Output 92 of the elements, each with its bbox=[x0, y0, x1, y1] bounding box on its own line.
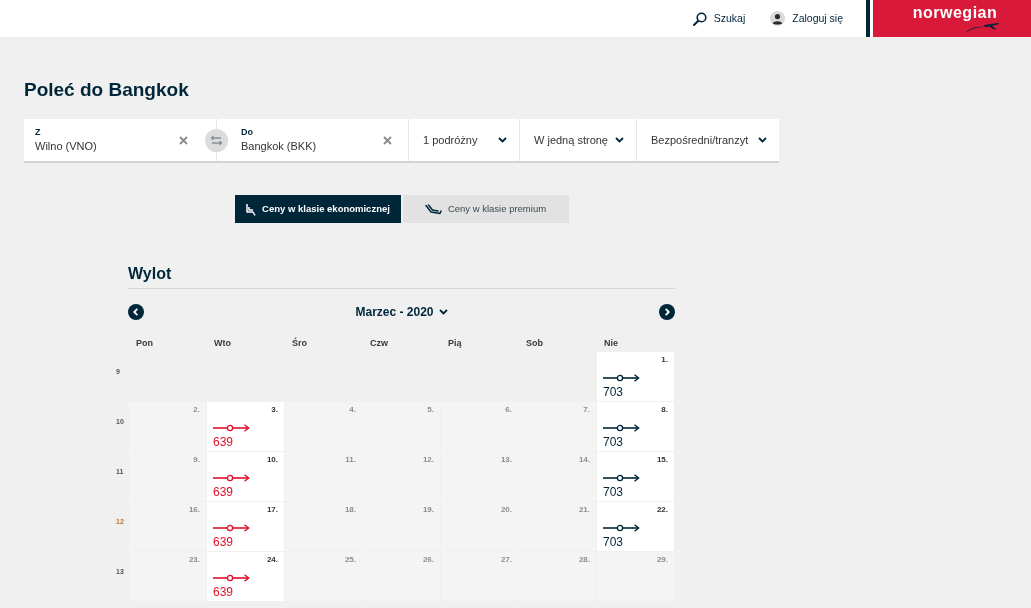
price: 639 bbox=[213, 585, 234, 599]
calendar-day-cell[interactable]: 22. 703 bbox=[597, 502, 674, 551]
price: 639 bbox=[213, 435, 234, 449]
seat-icon bbox=[245, 202, 257, 216]
flight-route-icon bbox=[213, 524, 250, 532]
flight-route-icon bbox=[603, 524, 640, 532]
price: 639 bbox=[213, 535, 234, 549]
day-number: 8. bbox=[661, 405, 668, 415]
day-number: 22. bbox=[656, 505, 668, 515]
day-number: 7. bbox=[583, 405, 590, 415]
day-number: 10. bbox=[266, 455, 278, 465]
fare-tab[interactable]: Ceny w klasie premium bbox=[402, 195, 569, 223]
calendar-day-cell[interactable]: 8. 703 bbox=[597, 402, 674, 451]
flight-route-icon bbox=[603, 424, 640, 432]
day-number: 13. bbox=[500, 455, 512, 465]
flight-route-icon bbox=[213, 574, 250, 582]
day-number: 28. bbox=[578, 555, 590, 565]
swap-icon[interactable] bbox=[205, 128, 228, 152]
price: 639 bbox=[213, 485, 234, 499]
day-number: 20. bbox=[500, 505, 512, 515]
chevron-down-icon bbox=[615, 137, 624, 143]
plane-swoosh-icon bbox=[964, 20, 1000, 34]
clear-icon[interactable] bbox=[179, 135, 188, 145]
logo-text: norwegian bbox=[911, 4, 998, 22]
dropdown[interactable]: 1 podróżny bbox=[409, 119, 520, 161]
page-title: Poleć do Bangkok bbox=[24, 78, 189, 102]
weekday-label: Czw bbox=[370, 336, 388, 349]
day-number: 17. bbox=[266, 505, 278, 515]
origin-field[interactable]: Z Wilno (VNO) bbox=[24, 119, 205, 161]
destination-field[interactable]: Do Bangkok (BKK) bbox=[228, 119, 409, 161]
price: 703 bbox=[603, 485, 624, 499]
origin-label: Z bbox=[35, 126, 42, 138]
day-number: 25. bbox=[344, 555, 356, 565]
destination-label: Do bbox=[241, 126, 254, 138]
fare-tab[interactable]: Ceny w klasie ekonomicznej bbox=[234, 195, 401, 223]
origin-value: Wilno (VNO) bbox=[35, 139, 97, 154]
day-number: 21. bbox=[578, 505, 590, 515]
reclined-seat-icon bbox=[424, 203, 442, 215]
clear-icon[interactable] bbox=[383, 135, 392, 145]
previous-month-icon[interactable] bbox=[128, 304, 144, 320]
chevron-down-icon bbox=[438, 309, 448, 315]
weekday-label: Pon bbox=[136, 336, 153, 349]
day-number: 1. bbox=[661, 355, 668, 365]
day-number: 18. bbox=[344, 505, 356, 515]
chevron-down-icon bbox=[758, 137, 767, 143]
dropdown[interactable]: Bezpośredni/tranzyt bbox=[637, 119, 779, 161]
weekday-label: Pią bbox=[448, 336, 462, 349]
dropdown[interactable]: W jedną stronę bbox=[520, 119, 637, 161]
day-number: 26. bbox=[422, 555, 434, 565]
weekday-label: Śro bbox=[292, 336, 307, 349]
calendar-day-cell[interactable]: 17. 639 bbox=[207, 502, 284, 551]
weekday-label: Sob bbox=[526, 336, 543, 349]
calendar-day-cell[interactable]: 1. 703 bbox=[597, 352, 674, 401]
next-month-icon[interactable] bbox=[659, 304, 675, 320]
day-number: 16. bbox=[188, 505, 200, 515]
day-number: 4. bbox=[349, 405, 356, 415]
calendar-day-cell[interactable]: 24. 639 bbox=[207, 552, 284, 601]
price: 703 bbox=[603, 435, 624, 449]
calendar-day-cell[interactable]: 10. 639 bbox=[207, 452, 284, 501]
login-link[interactable]: Zaloguj się bbox=[792, 10, 843, 27]
destination-value: Bangkok (BKK) bbox=[241, 139, 317, 154]
day-number: 15. bbox=[656, 455, 668, 465]
day-number: 2. bbox=[193, 405, 200, 415]
flight-route-icon bbox=[603, 374, 640, 382]
search-icon bbox=[692, 11, 707, 26]
day-number: 5. bbox=[427, 405, 434, 415]
calendar-day-cell[interactable]: 3. 639 bbox=[207, 402, 284, 451]
month-selector[interactable]: Marzec - 2020 bbox=[355, 304, 448, 320]
day-number: 24. bbox=[266, 555, 278, 565]
user-avatar-icon bbox=[770, 11, 786, 26]
day-number: 12. bbox=[422, 455, 434, 465]
day-number: 9. bbox=[193, 455, 200, 465]
day-number: 11. bbox=[345, 455, 356, 465]
day-number: 14. bbox=[578, 455, 590, 465]
day-number: 23. bbox=[188, 555, 200, 565]
chevron-down-icon bbox=[498, 137, 507, 143]
day-number: 27. bbox=[500, 555, 512, 565]
flight-route-icon bbox=[213, 474, 250, 482]
day-number: 19. bbox=[422, 505, 434, 515]
weekday-label: Nie bbox=[604, 336, 618, 349]
logo-banner[interactable]: norwegian bbox=[873, 0, 1031, 37]
day-number: 29. bbox=[656, 555, 668, 565]
day-number: 6. bbox=[505, 405, 512, 415]
day-number: 3. bbox=[271, 405, 278, 415]
price: 703 bbox=[603, 535, 624, 549]
calendar-day-cell[interactable]: 15. 703 bbox=[597, 452, 674, 501]
price: 703 bbox=[603, 385, 624, 399]
flight-route-icon bbox=[603, 474, 640, 482]
section-title: Wylot bbox=[128, 265, 172, 282]
weekday-label: Wto bbox=[214, 336, 231, 349]
search-link[interactable]: Szukaj bbox=[713, 10, 746, 27]
flight-route-icon bbox=[213, 424, 250, 432]
